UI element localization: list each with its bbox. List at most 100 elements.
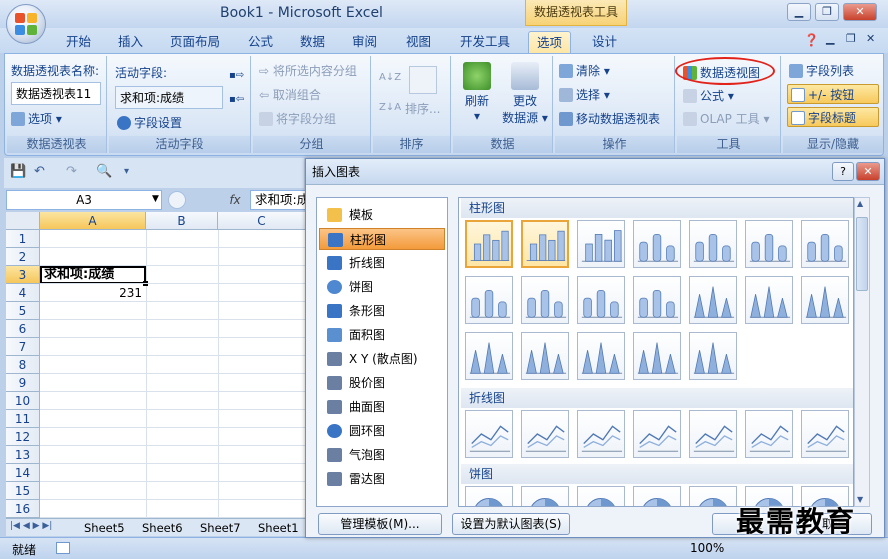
chart-subtype-thumbnail[interactable]: [465, 410, 513, 458]
sort-desc-icon[interactable]: Z↓A: [379, 102, 401, 113]
print-preview-icon[interactable]: 🔍: [96, 164, 112, 179]
chart-subtype-thumbnail[interactable]: [689, 486, 737, 506]
sheet-tab-sheet6[interactable]: Sheet6: [142, 521, 183, 535]
set-default-chart-button[interactable]: 设置为默认图表(S): [452, 513, 570, 535]
chart-subtype-thumbnail[interactable]: [633, 410, 681, 458]
undo-icon[interactable]: ↶: [34, 164, 45, 179]
ribbon-min-icon[interactable]: ▁: [826, 32, 834, 45]
chart-subtype-thumbnail[interactable]: [521, 486, 569, 506]
chart-subtype-thumbnail[interactable]: [465, 276, 513, 324]
chart-category-item[interactable]: 股价图: [319, 372, 445, 394]
chart-subtype-thumbnail[interactable]: [745, 220, 793, 268]
column-header-a[interactable]: A: [40, 212, 146, 230]
restore-button[interactable]: ❐: [815, 3, 839, 21]
save-icon[interactable]: 💾: [10, 164, 26, 179]
zoom-level[interactable]: 100%: [690, 541, 724, 555]
ribbon-restore-icon[interactable]: ❐: [846, 32, 856, 45]
change-source-button[interactable]: 更改 数据源 ▾: [499, 62, 551, 126]
chart-subtype-thumbnail[interactable]: [689, 276, 737, 324]
sort-asc-icon[interactable]: A↓Z: [379, 72, 401, 83]
chart-subtype-thumbnail[interactable]: [577, 332, 625, 380]
name-box-dropdown-icon[interactable]: ▼: [152, 194, 159, 204]
formula-cancel-icon[interactable]: [168, 191, 186, 209]
tab-page-layout[interactable]: 页面布局: [162, 31, 228, 53]
field-headers-toggle[interactable]: 字段标题: [791, 109, 856, 126]
collapse-field-icon[interactable]: ▪⇦: [229, 94, 244, 105]
sheet-tab-sheet1[interactable]: Sheet1: [258, 521, 299, 535]
chart-category-item[interactable]: X Y (散点图): [319, 348, 445, 370]
sort-button[interactable]: 排序...: [405, 100, 440, 117]
cell-a3[interactable]: 求和项:成绩: [40, 266, 146, 284]
clear-button[interactable]: 清除 ▾: [559, 62, 610, 79]
scroll-up-icon[interactable]: ▲: [857, 199, 863, 208]
row-header-4[interactable]: 4: [6, 284, 40, 302]
chart-subtype-thumbnail[interactable]: [465, 332, 513, 380]
chart-subtype-thumbnail[interactable]: [689, 332, 737, 380]
chart-subtype-thumbnail[interactable]: [577, 276, 625, 324]
chart-subtype-thumbnail[interactable]: [577, 410, 625, 458]
move-pivot-button[interactable]: 移动数据透视表: [559, 110, 660, 127]
row-header-15[interactable]: 15: [6, 482, 40, 500]
chart-subtype-thumbnail[interactable]: [521, 410, 569, 458]
name-box[interactable]: A3: [6, 190, 162, 210]
chart-subtype-thumbnail[interactable]: [801, 410, 849, 458]
chart-category-item[interactable]: 条形图: [319, 300, 445, 322]
chart-category-item[interactable]: 模板: [319, 204, 445, 226]
chart-subtype-thumbnail[interactable]: [633, 276, 681, 324]
ribbon-close-icon[interactable]: ✕: [866, 32, 875, 45]
dialog-close-button[interactable]: ✕: [856, 162, 880, 181]
chart-subtype-thumbnail[interactable]: [465, 220, 513, 268]
chart-subtype-thumbnail[interactable]: [801, 276, 849, 324]
office-button[interactable]: [6, 4, 46, 44]
column-header-c[interactable]: C: [218, 212, 306, 230]
group-selection-button[interactable]: ⇨ 将所选内容分组: [259, 62, 357, 79]
row-header-12[interactable]: 12: [6, 428, 40, 446]
insert-function-icon[interactable]: fx: [220, 190, 250, 210]
formula-input[interactable]: 求和项:成绩: [250, 190, 310, 210]
tab-data[interactable]: 数据: [292, 31, 333, 53]
scroll-down-icon[interactable]: ▼: [857, 495, 863, 504]
row-header-1[interactable]: 1: [6, 230, 40, 248]
chart-subtype-thumbnail[interactable]: [689, 220, 737, 268]
row-header-9[interactable]: 9: [6, 374, 40, 392]
chart-subtype-thumbnail[interactable]: [521, 220, 569, 268]
row-header-11[interactable]: 11: [6, 410, 40, 428]
chart-subtype-thumbnail[interactable]: [745, 410, 793, 458]
row-header-7[interactable]: 7: [6, 338, 40, 356]
chart-subtype-thumbnail[interactable]: [689, 410, 737, 458]
field-settings-button[interactable]: 字段设置: [117, 114, 182, 131]
active-field-input[interactable]: 求和项:成绩: [115, 86, 223, 109]
chart-category-item[interactable]: 折线图: [319, 252, 445, 274]
chart-subtype-thumbnail[interactable]: [465, 486, 513, 506]
close-button[interactable]: ✕: [843, 3, 877, 21]
minimize-button[interactable]: ▁: [787, 3, 811, 21]
qat-customize-icon[interactable]: ▾: [124, 166, 129, 177]
group-field-button[interactable]: 将字段分组: [259, 110, 336, 127]
chart-category-item[interactable]: 饼图: [319, 276, 445, 298]
tab-home[interactable]: 开始: [58, 31, 99, 53]
macro-record-icon[interactable]: [56, 542, 70, 554]
row-header-6[interactable]: 6: [6, 320, 40, 338]
redo-icon[interactable]: ↷: [66, 164, 77, 179]
tab-developer[interactable]: 开发工具: [452, 31, 518, 53]
olap-tools-button[interactable]: OLAP 工具 ▾: [683, 110, 770, 127]
field-list-button[interactable]: 字段列表: [789, 62, 854, 79]
chart-subtype-thumbnail[interactable]: [801, 220, 849, 268]
row-header-10[interactable]: 10: [6, 392, 40, 410]
row-header-16[interactable]: 16: [6, 500, 40, 518]
help-icon[interactable]: ❓: [804, 33, 819, 47]
gallery-scroll-thumb[interactable]: [856, 217, 868, 291]
chart-subtype-thumbnail[interactable]: [745, 276, 793, 324]
chart-subtype-thumbnail[interactable]: [633, 486, 681, 506]
row-header-3[interactable]: 3: [6, 266, 40, 284]
plus-minus-buttons-toggle[interactable]: +/- 按钮: [791, 86, 854, 103]
tab-review[interactable]: 审阅: [344, 31, 385, 53]
chart-category-item[interactable]: 气泡图: [319, 444, 445, 466]
chart-subtype-thumbnail[interactable]: [521, 276, 569, 324]
ungroup-button[interactable]: ⇦ 取消组合: [259, 86, 321, 103]
refresh-button[interactable]: 刷新 ▾: [457, 62, 497, 123]
chart-subtype-thumbnail[interactable]: [521, 332, 569, 380]
chart-subtype-thumbnail[interactable]: [633, 220, 681, 268]
row-header-14[interactable]: 14: [6, 464, 40, 482]
tab-design[interactable]: 设计: [584, 31, 625, 53]
